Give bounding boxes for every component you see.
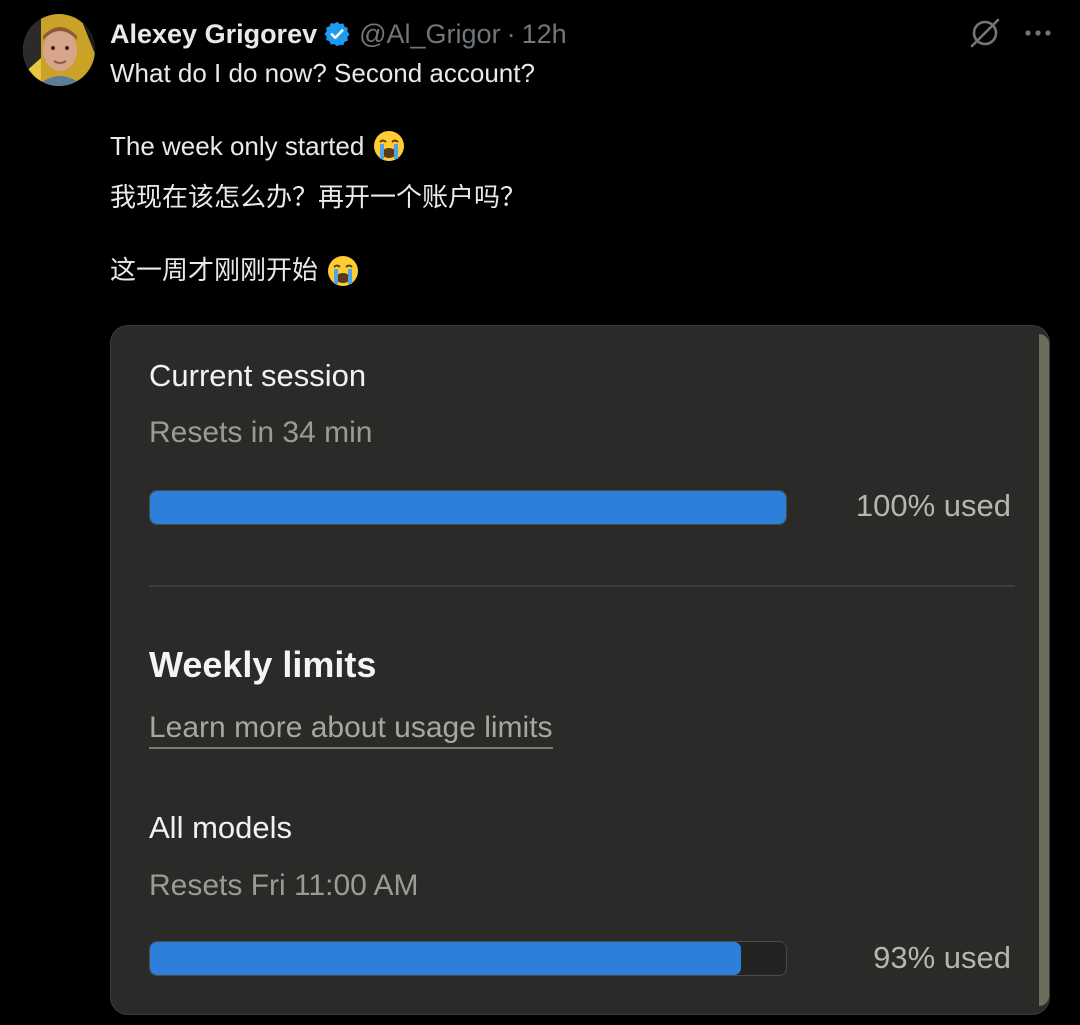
avatar[interactable] — [23, 14, 95, 86]
loudly-crying-face-emoji — [326, 254, 360, 288]
divider — [149, 585, 1015, 587]
author-handle[interactable]: @Al_Grigor — [359, 19, 500, 50]
tweet-line: What do I do now? Second account? — [110, 54, 1040, 92]
current-session-progress-fill — [150, 491, 786, 524]
timestamp[interactable]: 12h — [522, 19, 567, 50]
grok-icon[interactable] — [968, 16, 1022, 50]
tweet-text: What do I do now? Second account? The we… — [110, 54, 1040, 290]
current-session-progress-bar — [149, 490, 787, 525]
loudly-crying-face-emoji — [372, 129, 406, 163]
tweet-line: 我现在该怎么办？再开一个账户吗？ — [110, 179, 1040, 217]
all-models-usage-label: 93% used — [873, 940, 1011, 975]
current-session-title: Current session — [149, 358, 367, 393]
tweet-line-3: 我现在该怎么办？再开一个账户吗？ — [110, 183, 527, 213]
tweet-line-1: What do I do now? Second account? — [110, 58, 535, 88]
all-models-title: All models — [149, 810, 292, 845]
tweet-line-4: 这一周才刚刚开始 — [110, 256, 319, 286]
card-edge — [1039, 334, 1049, 1006]
tweet-line-2: The week only started — [110, 131, 365, 161]
tweet-line: The week only started — [110, 127, 1040, 165]
weekly-limits-title: Weekly limits — [149, 644, 377, 685]
tweet-line: 这一周才刚刚开始 — [110, 252, 1040, 290]
tweet-header: Alexey Grigorev @Al_Grigor · 12h — [110, 15, 567, 53]
all-models-reset: Resets Fri 11:00 AM — [149, 869, 419, 902]
current-session-reset: Resets in 34 min — [149, 416, 373, 449]
separator-dot: · — [506, 18, 516, 49]
author-name[interactable]: Alexey Grigorev — [110, 19, 317, 50]
usage-limits-image[interactable]: Current session Resets in 34 min 100% us… — [110, 325, 1050, 1015]
learn-more-link[interactable]: Learn more about usage limits — [149, 711, 553, 749]
verified-badge-icon[interactable] — [323, 20, 351, 48]
all-models-progress-bar — [149, 941, 787, 976]
tweet-actions-top — [968, 16, 1054, 50]
more-icon[interactable] — [1022, 17, 1054, 49]
current-session-usage-label: 100% used — [855, 488, 1011, 523]
all-models-progress-fill — [150, 942, 742, 975]
